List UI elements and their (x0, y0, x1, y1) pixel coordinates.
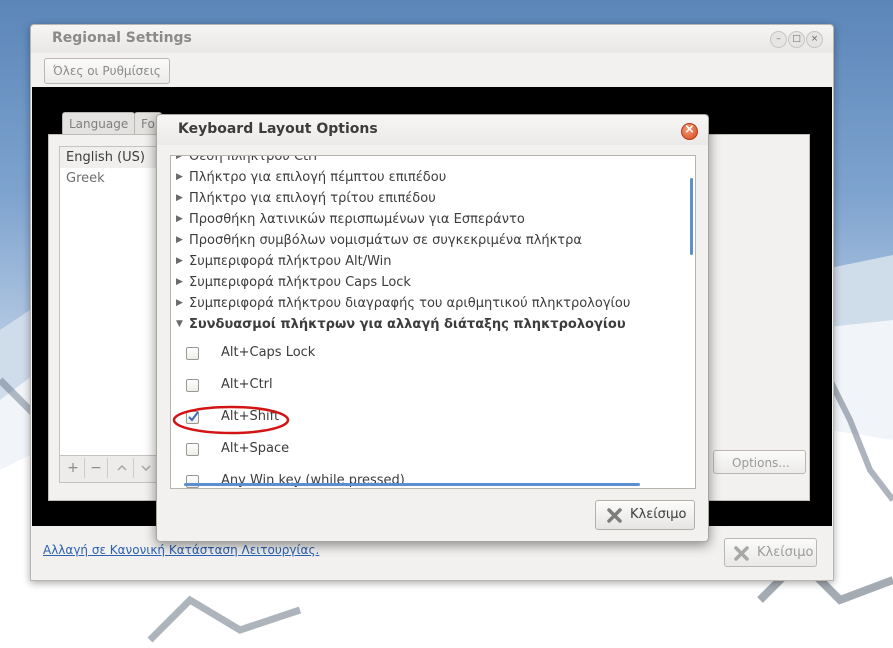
expand-arrow-icon: ▶ (176, 214, 183, 224)
checkbox[interactable] (186, 475, 199, 488)
chevron-down-icon (141, 465, 151, 472)
move-up-button[interactable] (111, 458, 134, 478)
option-alt-space[interactable]: Alt+Space (171, 438, 681, 460)
options-tree[interactable]: ▶ Θέση πλήκτρου Ctrl ▶ Πλήκτρο για επιλογή… (170, 155, 696, 489)
expand-arrow-icon: ▶ (176, 172, 183, 182)
expand-arrow-icon: ▶ (176, 235, 183, 245)
tab-language[interactable]: Language (62, 112, 136, 135)
expand-arrow-icon: ▶ (176, 298, 183, 308)
check-icon (188, 411, 199, 422)
option-any-win-key[interactable]: Any Win key (while pressed) (171, 470, 681, 488)
maximize-icon[interactable]: □ (788, 31, 805, 48)
vertical-scrollbar[interactable] (690, 178, 693, 255)
option-alt-shift[interactable]: Alt+Shift (171, 406, 681, 428)
horizontal-scrollbar[interactable] (184, 483, 640, 486)
checkbox[interactable] (186, 379, 199, 392)
expand-arrow-icon: ▶ (176, 193, 183, 203)
dialog-title: Keyboard Layout Options (178, 121, 378, 137)
main-titlebar: Regional Settings – □ × (31, 25, 833, 53)
tree-group-row[interactable]: ▶ Συμπεριφορά πλήκτρου Caps Lock (171, 272, 681, 293)
option-alt-caps-lock[interactable]: Alt+Caps Lock (171, 342, 681, 364)
main-close-button[interactable]: Κλείσιμο (724, 538, 817, 567)
checkbox[interactable] (186, 347, 199, 360)
dialog-close-button[interactable]: Κλείσιμο (595, 500, 695, 530)
language-list[interactable]: English (US) Greek (59, 146, 169, 458)
tree-group-row-expanded[interactable]: ▼ Συνδυασμοί πλήκτρων για αλλαγή διάταξης… (171, 314, 681, 335)
list-item[interactable]: English (US) (60, 147, 168, 168)
list-item[interactable]: Greek (60, 168, 168, 189)
all-settings-button[interactable]: Όλες οι Ρυθμίσεις (44, 58, 170, 84)
main-window-title: Regional Settings (52, 30, 192, 46)
dialog-close-icon[interactable] (681, 122, 698, 140)
expand-arrow-icon: ▶ (176, 155, 183, 161)
checkbox-checked[interactable] (186, 411, 199, 424)
keyboard-layout-options-dialog: Keyboard Layout Options ▶Θέση πλήκτρου C… (156, 114, 709, 542)
minimize-icon[interactable]: – (770, 31, 787, 48)
close-window-icon[interactable]: × (806, 31, 823, 48)
add-language-button[interactable]: + (62, 458, 85, 478)
dialog-titlebar: Keyboard Layout Options (157, 115, 708, 145)
tree-group-row[interactable]: ▶ Συμπεριφορά πλήκτρου διαγραφής του αριθ… (171, 293, 681, 314)
dialog-close-label: Κλείσιμο (630, 507, 687, 522)
expand-arrow-icon: ▶ (176, 277, 183, 287)
options-button[interactable]: Options... (713, 450, 806, 474)
close-x-icon (607, 508, 622, 523)
move-down-button[interactable] (135, 458, 157, 478)
tree-group-row[interactable]: ▶ Πλήκτρο για επιλογή πέμπτου επιπέδου (171, 167, 681, 188)
tree-group-row[interactable]: ▶ Θέση πλήκτρου Ctrl (171, 155, 681, 167)
expand-arrow-icon: ▶ (176, 256, 183, 266)
tree-group-row[interactable]: ▶ Συμπεριφορά πλήκτρου Alt/Win (171, 251, 681, 272)
tree-group-row[interactable]: ▶ Προσθήκη συμβόλων νομισμάτων σε συγκεκρ… (171, 230, 681, 251)
tree-group-row[interactable]: ▶ Προσθήκη λατινικών περισπωμένων για Εσπ… (171, 209, 681, 230)
switch-mode-link[interactable]: Αλλαγή σε Κανονική Κατάσταση Λειτουργίας… (43, 543, 319, 557)
language-list-toolbar: + − (59, 455, 169, 483)
remove-language-button[interactable]: − (85, 458, 108, 478)
collapse-arrow-icon: ▼ (176, 319, 183, 329)
tree-group-row[interactable]: ▶ Πλήκτρο για επιλογή τρίτου επιπέδου (171, 188, 681, 209)
checkbox[interactable] (186, 443, 199, 456)
option-alt-ctrl[interactable]: Alt+Ctrl (171, 374, 681, 396)
close-x-icon (734, 546, 749, 561)
chevron-up-icon (117, 464, 127, 471)
main-close-label: Κλείσιμο (757, 545, 814, 560)
